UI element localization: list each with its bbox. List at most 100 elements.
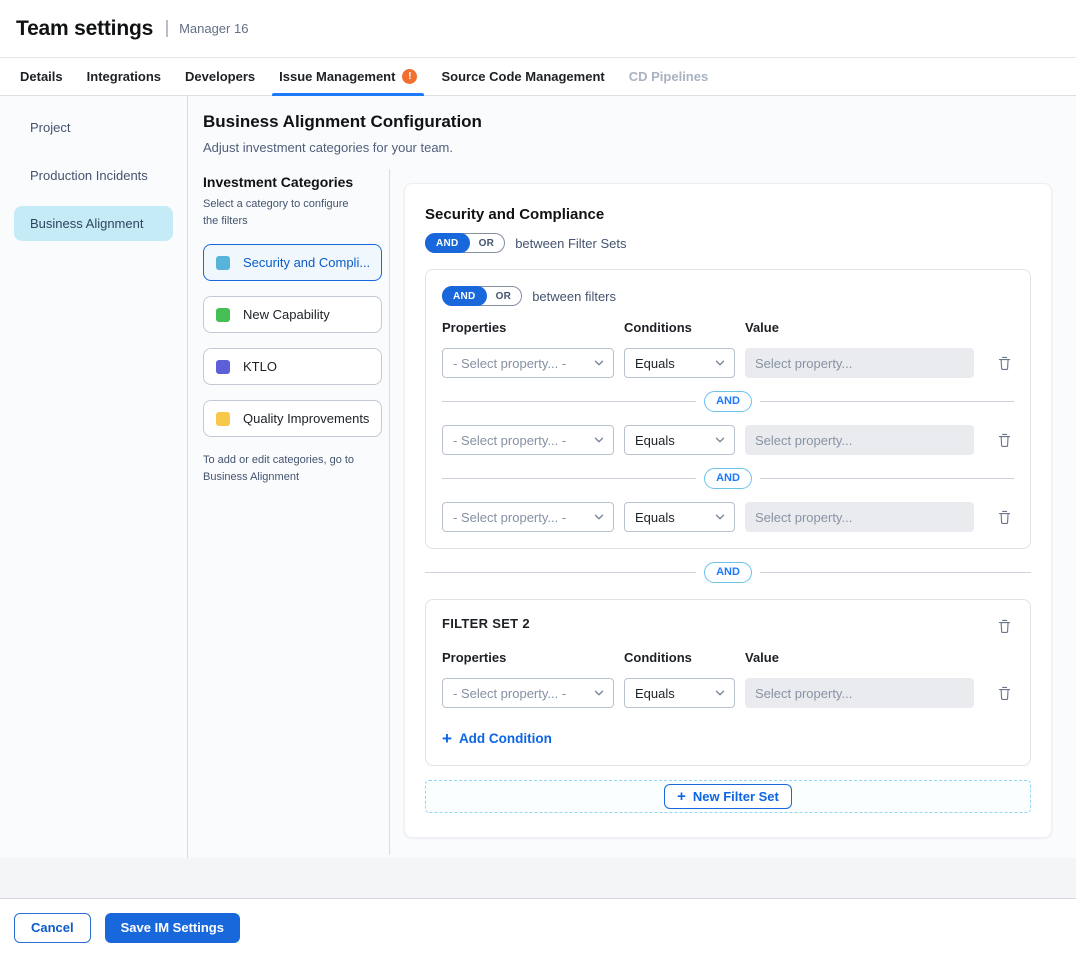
- sidebar-item-production-incidents[interactable]: Production Incidents: [14, 158, 173, 193]
- category-button-ktlo[interactable]: KTLO: [203, 348, 382, 385]
- category-button-security-and-compliance[interactable]: Security and Compli...: [203, 244, 382, 281]
- trash-icon: [997, 355, 1012, 371]
- and-or-toggle-filters[interactable]: AND OR: [442, 286, 522, 306]
- filter-panel: Security and Compliance AND OR between F…: [404, 183, 1052, 838]
- new-filter-set-zone: + New Filter Set: [425, 780, 1031, 813]
- property-select[interactable]: - Select property... -: [442, 502, 614, 532]
- and-separator: AND: [442, 391, 1014, 412]
- and-separator-between-sets: AND: [425, 562, 1031, 583]
- toggle-or-option[interactable]: OR: [469, 238, 505, 249]
- chevron-down-icon: [593, 357, 605, 369]
- condition-select[interactable]: Equals: [624, 348, 735, 378]
- tab-developers[interactable]: Developers: [173, 58, 267, 95]
- chevron-down-icon: [714, 357, 726, 369]
- and-connector-pill: AND: [704, 391, 752, 412]
- title-divider: [166, 20, 168, 37]
- chevron-down-icon: [593, 511, 605, 523]
- condition-select[interactable]: Equals: [624, 678, 735, 708]
- categories-footnote: To add or edit categories, go to Busines…: [203, 452, 375, 486]
- and-connector-pill: AND: [704, 562, 752, 583]
- properties-header: Properties: [442, 650, 614, 665]
- delete-filter-set-button[interactable]: [995, 616, 1014, 636]
- cancel-button[interactable]: Cancel: [14, 913, 91, 943]
- category-button-quality-improvements[interactable]: Quality Improvements: [203, 400, 382, 437]
- sidebar-item-business-alignment[interactable]: Business Alignment: [14, 206, 173, 241]
- conditions-header: Conditions: [624, 320, 735, 335]
- and-connector-pill: AND: [704, 468, 752, 489]
- filter-panel-title: Security and Compliance: [425, 206, 1031, 223]
- settings-sidebar: Project Production Incidents Business Al…: [0, 96, 188, 858]
- filter-column-headers: Properties Conditions Value: [442, 650, 1014, 665]
- filter-column-headers: Properties Conditions Value: [442, 320, 1014, 335]
- filter-row: - Select property... - Equals: [442, 502, 1014, 532]
- tab-details[interactable]: Details: [8, 58, 75, 95]
- filter-row: - Select property... - Equals: [442, 348, 1014, 378]
- condition-select[interactable]: Equals: [624, 425, 735, 455]
- value-input[interactable]: [745, 348, 974, 378]
- investment-categories-column: Investment Categories Select a category …: [203, 169, 390, 855]
- between-filters-label: between filters: [532, 289, 616, 304]
- add-condition-button[interactable]: + Add Condition: [442, 730, 552, 747]
- tab-integrations[interactable]: Integrations: [75, 58, 173, 95]
- trash-icon: [997, 432, 1012, 448]
- properties-header: Properties: [442, 320, 614, 335]
- category-button-new-capability[interactable]: New Capability: [203, 296, 382, 333]
- sidebar-item-project[interactable]: Project: [14, 110, 173, 145]
- tab-bar: Details Integrations Developers Issue Ma…: [0, 58, 1076, 96]
- delete-filter-button[interactable]: [995, 353, 1014, 373]
- filter-row: - Select property... - Equals: [442, 678, 1014, 708]
- footer-spacer: [0, 858, 1076, 898]
- category-label: KTLO: [243, 359, 277, 374]
- delete-filter-button[interactable]: [995, 507, 1014, 527]
- value-input[interactable]: [745, 502, 974, 532]
- and-separator: AND: [442, 468, 1014, 489]
- property-select[interactable]: - Select property... -: [442, 425, 614, 455]
- filter-row: - Select property... - Equals: [442, 425, 1014, 455]
- header-context: Manager 16: [179, 21, 248, 36]
- delete-filter-button[interactable]: [995, 683, 1014, 703]
- chevron-down-icon: [593, 434, 605, 446]
- filter-set-2: FILTER SET 2 Properties Conditions Value: [425, 599, 1031, 766]
- category-color-swatch: [216, 308, 230, 322]
- save-im-settings-button[interactable]: Save IM Settings: [105, 913, 240, 943]
- filter-set-2-title: FILTER SET 2: [442, 616, 530, 631]
- chevron-down-icon: [714, 687, 726, 699]
- property-select[interactable]: - Select property... -: [442, 348, 614, 378]
- content-area: Project Production Incidents Business Al…: [0, 96, 1076, 858]
- chevron-down-icon: [714, 511, 726, 523]
- tab-cd-pipelines: CD Pipelines: [617, 58, 720, 95]
- new-filter-set-button[interactable]: + New Filter Set: [664, 784, 792, 809]
- category-label: Quality Improvements: [243, 411, 369, 426]
- plus-icon: +: [442, 730, 452, 747]
- trash-icon: [997, 618, 1012, 634]
- toggle-or-option[interactable]: OR: [486, 291, 522, 302]
- and-or-toggle-filter-sets[interactable]: AND OR: [425, 233, 505, 253]
- category-label: Security and Compli...: [243, 255, 370, 270]
- value-header: Value: [745, 650, 974, 665]
- chevron-down-icon: [593, 687, 605, 699]
- trash-icon: [997, 509, 1012, 525]
- plus-icon: +: [677, 789, 686, 804]
- section-title: Business Alignment Configuration: [203, 112, 1076, 132]
- filter-panel-column: Security and Compliance AND OR between F…: [390, 169, 1076, 855]
- chevron-down-icon: [714, 434, 726, 446]
- categories-description: Select a category to configure the filte…: [203, 196, 365, 229]
- filter-set-1: AND OR between filters Properties Condit…: [425, 269, 1031, 549]
- main-section: Business Alignment Configuration Adjust …: [188, 96, 1076, 858]
- category-color-swatch: [216, 360, 230, 374]
- toggle-and-option[interactable]: AND: [442, 286, 487, 306]
- value-input[interactable]: [745, 425, 974, 455]
- value-header: Value: [745, 320, 974, 335]
- property-select[interactable]: - Select property... -: [442, 678, 614, 708]
- tab-source-code-management[interactable]: Source Code Management: [429, 58, 616, 95]
- value-input[interactable]: [745, 678, 974, 708]
- tab-issue-management[interactable]: Issue Management !: [267, 58, 429, 95]
- category-label: New Capability: [243, 307, 330, 322]
- footer-actions: Cancel Save IM Settings: [0, 898, 1076, 956]
- categories-title: Investment Categories: [203, 174, 379, 190]
- toggle-and-option[interactable]: AND: [425, 233, 470, 253]
- delete-filter-button[interactable]: [995, 430, 1014, 450]
- trash-icon: [997, 685, 1012, 701]
- category-color-swatch: [216, 256, 230, 270]
- condition-select[interactable]: Equals: [624, 502, 735, 532]
